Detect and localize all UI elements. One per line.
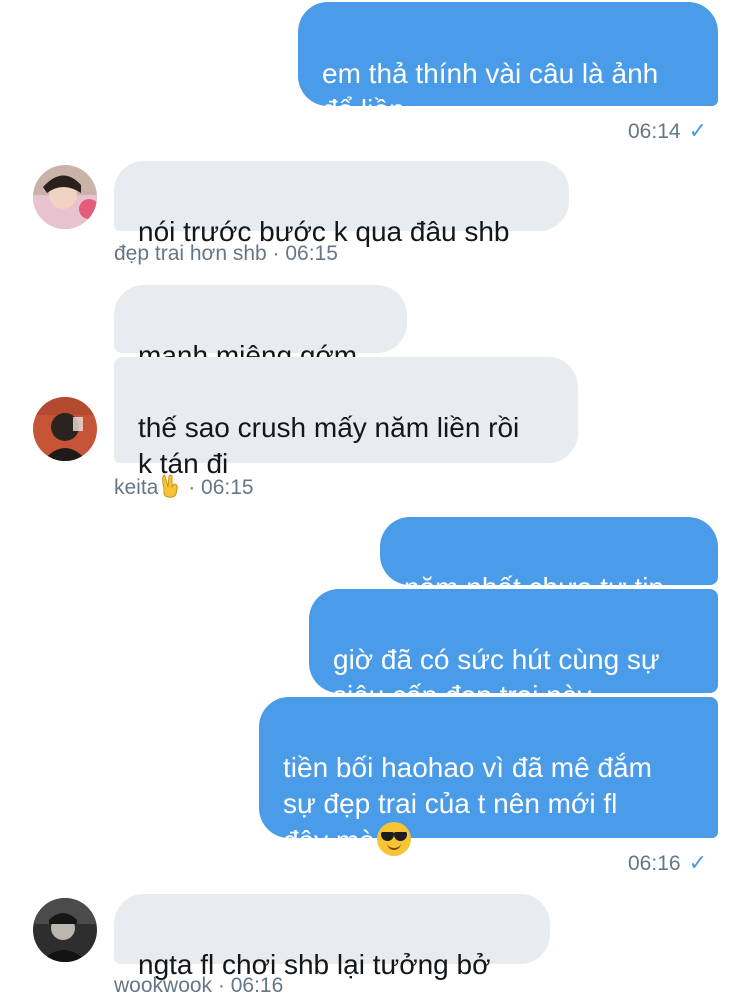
message-meta: 06:16 ✓: [628, 850, 707, 876]
sender-time: wookwook · 06:16: [114, 974, 284, 997]
message-meta: 06:14 ✓: [628, 118, 707, 144]
message-meta: wookwook · 06:16: [114, 974, 283, 998]
message-bubble-outgoing[interactable]: em thả thính vài câu là ảnh đổ liền: [298, 2, 718, 125]
check-icon: ✓: [688, 850, 707, 875]
sender-time: đẹp trai hơn shb · 06:15: [114, 242, 338, 265]
message-text: tiền bối haohao vì đã mê đắm sự đẹp trai…: [283, 752, 652, 856]
victory-hand-emoji: [162, 474, 179, 498]
message-bubble-outgoing[interactable]: năm nhất chưa tự tin: [380, 517, 718, 603]
check-icon: ✓: [688, 118, 707, 143]
message-meta: đẹp trai hơn shb · 06:15: [114, 242, 338, 266]
message-meta: keita · 06:15: [114, 474, 254, 500]
message-bubble-incoming[interactable]: nói trước bước k qua đâu shb: [114, 161, 569, 247]
message-bubble-incoming[interactable]: thế sao crush mấy năm liền rồi k tán đi: [114, 357, 578, 479]
avatar[interactable]: [33, 898, 97, 962]
timestamp: · 06:15: [182, 476, 254, 499]
message-text: em thả thính vài câu là ảnh đổ liền: [322, 58, 659, 125]
sunglasses-emoji: [376, 822, 411, 856]
message-bubble-outgoing[interactable]: giờ đã có sức hút cùng sự siêu cấp đẹp t…: [309, 589, 718, 711]
timestamp: 06:14: [628, 120, 681, 143]
avatar[interactable]: [33, 397, 97, 461]
message-bubble-outgoing[interactable]: tiền bối haohao vì đã mê đắm sự đẹp trai…: [259, 697, 718, 856]
message-text: thế sao crush mấy năm liền rồi k tán đi: [138, 412, 520, 479]
message-bubble-incoming[interactable]: mạnh miệng gớm: [114, 285, 407, 371]
timestamp: 06:16: [628, 852, 681, 875]
avatar[interactable]: [33, 165, 97, 229]
message-bubble-incoming[interactable]: ngta fl chơi shb lại tưởng bở: [114, 894, 550, 980]
sender-name: keita: [114, 476, 159, 499]
